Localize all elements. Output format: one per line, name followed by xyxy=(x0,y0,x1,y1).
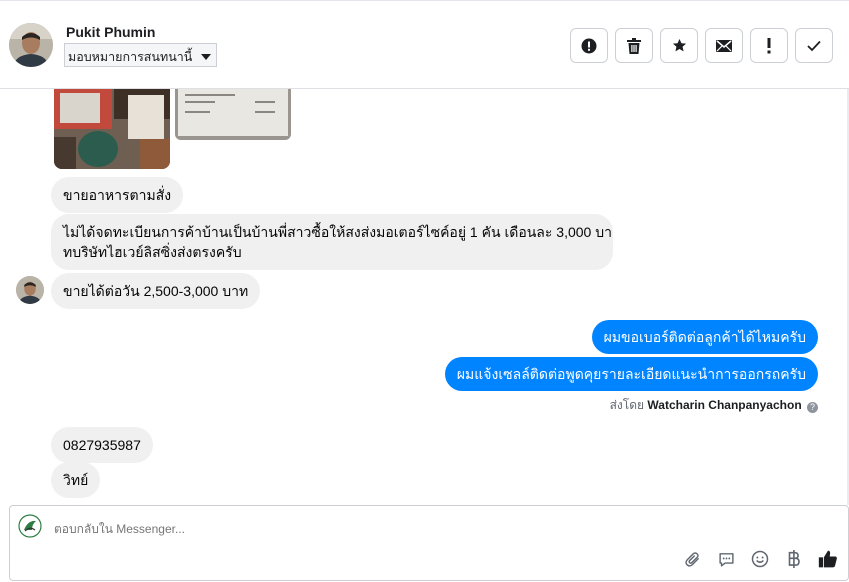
saved-replies-button[interactable] xyxy=(716,549,736,569)
like-button[interactable] xyxy=(818,549,838,569)
incoming-message[interactable]: 0827935987 xyxy=(51,427,153,463)
message-thread[interactable]: ขายอาหารตามสั่ง ไม่ได้จดทะเบียนการค้าบ้า… xyxy=(0,89,849,505)
mark-done-button[interactable] xyxy=(795,28,833,63)
message-line: ทบริษัทไฮเวย์ลิสซิ่งส่งตรงครับ xyxy=(63,244,242,260)
star-button[interactable] xyxy=(660,28,698,63)
sent-by-prefix: ส่งโดย xyxy=(609,398,645,412)
incoming-message[interactable]: ไม่ได้จดทะเบียนการค้าบ้านเป็นบ้านพี่สาวซ… xyxy=(51,214,613,270)
assign-conversation-label: มอบหมายการสนทนานี้ xyxy=(68,50,193,64)
reply-input[interactable] xyxy=(54,522,654,536)
sent-by-label: ส่งโดย Watcharin Chanpanyachon ? xyxy=(610,396,818,415)
attach-button[interactable] xyxy=(682,549,702,569)
emoji-button[interactable] xyxy=(750,549,770,569)
inbox-conversation-view: Pukit Phumin มอบหมายการสนทนานี้ ขายอาหาร… xyxy=(0,0,849,582)
conversation-actions xyxy=(570,28,833,63)
report-spam-button[interactable] xyxy=(570,28,608,63)
message-line: ไม่ได้จดทะเบียนการค้าบ้านเป็นบ้านพี่สาวซ… xyxy=(63,224,612,240)
attachment-photo[interactable] xyxy=(175,89,291,140)
smiley-icon xyxy=(751,550,769,568)
delete-button[interactable] xyxy=(615,28,653,63)
exclamation-icon xyxy=(767,37,771,53)
outgoing-message[interactable]: ผมขอเบอร์ติดต่อลูกค้าได้ไหมครับ xyxy=(591,320,818,354)
thumbs-up-icon xyxy=(818,550,837,568)
paperclip-icon xyxy=(684,551,699,567)
reply-composer xyxy=(9,505,849,581)
assign-conversation-dropdown[interactable]: มอบหมายการสนทนานี้ xyxy=(64,43,217,67)
check-icon xyxy=(807,40,821,51)
speech-bubble-icon xyxy=(718,552,734,567)
mark-unread-button[interactable] xyxy=(705,28,743,63)
incoming-message[interactable]: ขายได้ต่อวัน 2,500-3,000 บาท xyxy=(51,273,261,309)
envelope-icon xyxy=(716,39,732,52)
contact-name[interactable]: Pukit Phumin xyxy=(66,24,155,40)
alert-circle-icon xyxy=(581,38,597,53)
payment-button[interactable] xyxy=(784,549,804,569)
incoming-message[interactable]: วิทย์ xyxy=(51,462,101,498)
trash-icon xyxy=(627,37,641,54)
contact-avatar-small[interactable] xyxy=(16,276,44,304)
incoming-message[interactable]: ขายอาหารตามสั่ง xyxy=(51,177,184,213)
conversation-header: Pukit Phumin มอบหมายการสนทนานี้ xyxy=(0,0,849,89)
caret-down-icon xyxy=(201,54,211,60)
help-question-icon[interactable]: ? xyxy=(807,402,818,413)
baht-icon xyxy=(788,550,800,568)
sender-name: Watcharin Chanpanyachon xyxy=(647,398,802,412)
attachment-photo[interactable] xyxy=(54,89,170,169)
page-logo xyxy=(18,514,42,538)
contact-avatar[interactable] xyxy=(9,23,53,67)
composer-tools xyxy=(682,549,838,569)
outgoing-message[interactable]: ผมแจ้งเซลล์ติดต่อพูดคุยรายละเอียดแนะนำกา… xyxy=(444,357,818,391)
follow-up-button[interactable] xyxy=(750,28,788,63)
star-icon xyxy=(672,38,686,52)
